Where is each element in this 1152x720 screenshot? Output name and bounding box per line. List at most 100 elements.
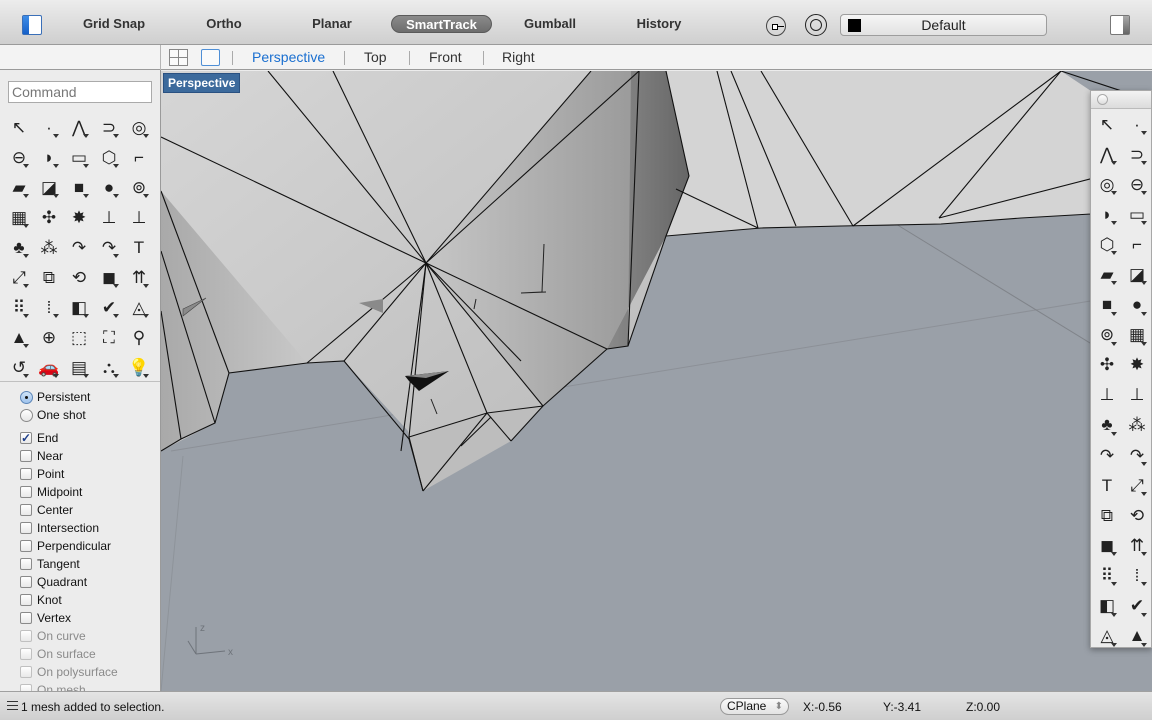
osnap-perpendicular[interactable]: Perpendicular <box>20 537 160 555</box>
osnap-tangent[interactable]: Tangent <box>20 555 160 573</box>
checkbox[interactable] <box>20 468 32 480</box>
tool-project-button[interactable]: ⇈ <box>124 262 154 292</box>
tool-check-button[interactable]: ✔ <box>94 292 124 322</box>
osnap-end[interactable]: ✓ End <box>20 429 160 447</box>
tool-trim-button[interactable]: ⊥ <box>1092 380 1122 410</box>
tab-front[interactable]: Front <box>429 49 462 65</box>
tool-polyline-button[interactable]: ⋀ <box>64 112 94 142</box>
checkbox[interactable] <box>20 540 32 552</box>
tool-rectangle-button[interactable]: ▭ <box>1122 199 1152 229</box>
tool-light-bulb-button[interactable]: 💡 <box>124 352 154 382</box>
osnap-intersection[interactable]: Intersection <box>20 519 160 537</box>
tool-explode-button[interactable]: ✸ <box>1122 350 1152 380</box>
tool-surface-from-points-button[interactable]: ▰ <box>1092 259 1122 289</box>
tool-select-button[interactable]: ↖ <box>4 112 34 142</box>
checkbox[interactable] <box>20 684 32 691</box>
checkbox[interactable] <box>20 558 32 570</box>
gumball-toggle[interactable]: Gumball <box>518 15 582 33</box>
tool-surface-from-points-button[interactable]: ▰ <box>4 172 34 202</box>
checkbox[interactable] <box>20 486 32 498</box>
tool-polygon-button[interactable]: ⬡ <box>94 142 124 172</box>
tool-check-button[interactable]: ✔ <box>1122 591 1152 621</box>
tool-point-button[interactable]: · <box>1122 109 1152 139</box>
tool-boolean-split-button[interactable]: ⁂ <box>34 232 64 262</box>
tool-trim-button[interactable]: ⊥ <box>94 202 124 232</box>
tool-text-button[interactable]: T <box>1092 470 1122 500</box>
history-toggle[interactable]: History <box>630 15 688 33</box>
tool-car-vehicle-button[interactable]: 🚗 <box>34 352 64 382</box>
tool-fillet-edge-button[interactable]: ↷ <box>64 232 94 262</box>
tool-explode-button[interactable]: ✸ <box>64 202 94 232</box>
tool-zoom-extents-button[interactable]: ⛶ <box>94 322 124 352</box>
tool-zoom-in-out-button[interactable]: ⊕ <box>34 322 64 352</box>
tool-boolean-split-button[interactable]: ⁂ <box>1122 410 1152 440</box>
tool-cylinder-button[interactable]: ⊚ <box>1092 320 1122 350</box>
tool-transform-button[interactable]: ◧ <box>1092 591 1122 621</box>
tool-cylinder-button[interactable]: ⊚ <box>124 172 154 202</box>
tool-project-button[interactable]: ⇈ <box>1122 530 1152 560</box>
tool-fillet-curves-button[interactable]: ⌐ <box>1122 229 1152 259</box>
tool-render-shapes-button[interactable]: ◬ <box>124 292 154 322</box>
persistent-radio[interactable] <box>20 390 33 404</box>
checkbox[interactable] <box>20 666 32 678</box>
tab-right[interactable]: Right <box>502 49 535 65</box>
tool-boolean-button[interactable]: ♣ <box>4 232 34 262</box>
tool-extrude-surface-button[interactable]: ◪ <box>1122 259 1152 289</box>
smarttrack-toggle[interactable]: SmartTrack <box>391 15 492 33</box>
tool-circle-button[interactable]: ◎ <box>124 112 154 142</box>
sidebar-left-icon[interactable] <box>22 15 42 35</box>
tool-variable-fillet-button[interactable]: ↷ <box>1122 440 1152 470</box>
tab-top[interactable]: Top <box>364 49 387 65</box>
osnap-point[interactable]: Point <box>20 465 160 483</box>
checkbox[interactable] <box>20 648 32 660</box>
snap-mode-one-shot[interactable]: One shot <box>20 406 160 424</box>
target-icon[interactable] <box>805 14 827 36</box>
tool-move-button[interactable]: ⤢ <box>4 262 34 292</box>
tool-ellipse-button[interactable]: ⊖ <box>1122 169 1152 199</box>
tool-cplane-grid-button[interactable]: ▤ <box>64 352 94 382</box>
tool-polyline-button[interactable]: ⋀ <box>1092 139 1122 169</box>
checkbox[interactable] <box>20 594 32 606</box>
tool-arc-button[interactable]: ◗ <box>34 142 64 172</box>
tool-circle-button[interactable]: ◎ <box>1092 169 1122 199</box>
tool-fillet-curves-button[interactable]: ⌐ <box>124 142 154 172</box>
tool-render-shapes-button[interactable]: ◬ <box>1092 621 1122 651</box>
tool-select-objects-button[interactable]: ⛬ <box>94 352 124 382</box>
tool-render-material-button[interactable]: ▲ <box>1122 621 1152 651</box>
checkbox[interactable] <box>20 630 32 642</box>
checkbox[interactable] <box>20 450 32 462</box>
checkbox[interactable] <box>20 576 32 588</box>
checkbox[interactable] <box>20 504 32 516</box>
one-shot-radio[interactable] <box>20 408 33 422</box>
viewport-title[interactable]: Perspective <box>163 73 241 93</box>
command-input[interactable] <box>8 81 152 103</box>
tool-fillet-edge-button[interactable]: ↷ <box>1092 440 1122 470</box>
checkbox[interactable] <box>20 612 32 624</box>
single-viewport-icon[interactable] <box>201 49 220 66</box>
tool-solid-edit-button[interactable]: ◼ <box>94 262 124 292</box>
floating-toolbar-titlebar[interactable] <box>1091 91 1151 109</box>
sidebar-right-icon[interactable] <box>1110 15 1130 35</box>
osnap-on-polysurface[interactable]: On polysurface <box>20 663 160 681</box>
tool-point-button[interactable]: · <box>34 112 64 142</box>
osnap-knot[interactable]: Knot <box>20 591 160 609</box>
tool-rotate-view-button[interactable]: ↺ <box>4 352 34 382</box>
osnap-center[interactable]: Center <box>20 501 160 519</box>
tab-perspective[interactable]: Perspective <box>252 49 325 65</box>
snap-mode-persistent[interactable]: Persistent <box>20 388 160 406</box>
tool-rotate-button[interactable]: ⟲ <box>64 262 94 292</box>
tool-extrude-surface-button[interactable]: ◪ <box>34 172 64 202</box>
command-history-icon[interactable] <box>7 701 18 710</box>
cplane-select[interactable]: CPlane <box>720 698 789 715</box>
osnap-on-mesh[interactable]: On mesh <box>20 681 160 691</box>
tool-ellipse-button[interactable]: ⊖ <box>4 142 34 172</box>
tool-arc-button[interactable]: ◗ <box>1092 199 1122 229</box>
tool-solid-edit-button[interactable]: ◼ <box>1092 530 1122 560</box>
perspective-viewport[interactable]: z x Perspective <box>161 71 1152 691</box>
tool-split-button[interactable]: ⊥ <box>1122 380 1152 410</box>
tool-select-button[interactable]: ↖ <box>1092 109 1122 139</box>
osnap-midpoint[interactable]: Midpoint <box>20 483 160 501</box>
tool-transform-button[interactable]: ◧ <box>64 292 94 322</box>
tool-curve-button[interactable]: ⊃ <box>1122 139 1152 169</box>
planar-toggle[interactable]: Planar <box>304 15 360 33</box>
